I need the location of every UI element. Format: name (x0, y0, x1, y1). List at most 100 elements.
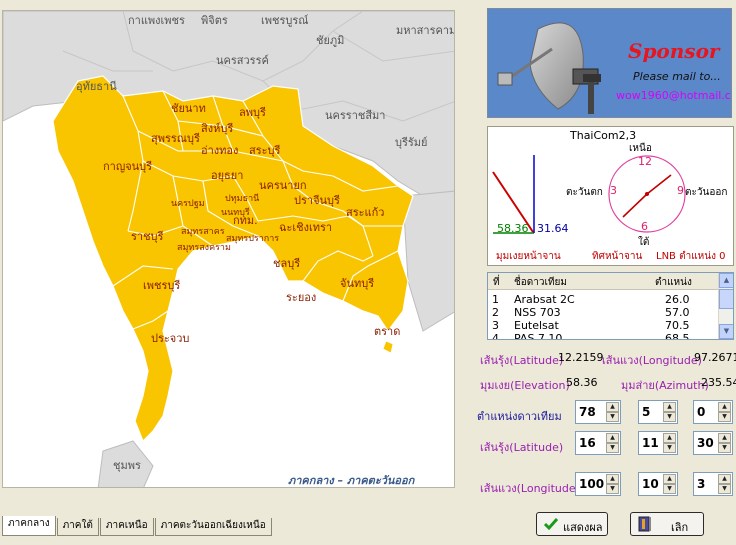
stepper-down-icon[interactable]: ▼ (606, 484, 619, 494)
longitude-label: เส้นแวง(Longitude) (602, 354, 702, 367)
stepper-up-icon[interactable]: ▲ (663, 402, 676, 412)
latitude-value: 12.2159 (558, 351, 604, 364)
stepper-up-icon[interactable]: ▲ (606, 402, 619, 412)
stepper-up-icon[interactable]: ▲ (606, 474, 619, 484)
scroll-thumb[interactable] (719, 289, 733, 309)
province-label[interactable]: กาแพงเพชร (128, 11, 185, 29)
show-result-button[interactable]: แสดงผล (536, 512, 608, 536)
stepper-down-icon[interactable]: ▼ (663, 443, 676, 453)
dial-12: 12 (638, 155, 652, 168)
province-label[interactable]: มหาสารคาม (396, 21, 454, 39)
sat-minute-stepper[interactable]: 5 ▲ ▼ (638, 400, 678, 424)
stepper-up-icon[interactable]: ▲ (663, 474, 676, 484)
sat-second-stepper[interactable]: 0 ▲ ▼ (693, 400, 733, 424)
province-label[interactable]: นครราชสีมา (325, 106, 385, 124)
province-label[interactable]: ชัยนาท (171, 99, 206, 117)
province-label[interactable]: ฉะเชิงเทรา (279, 218, 332, 236)
province-label[interactable]: ปราจีนบุรี (294, 191, 340, 209)
quit-label: เลิก (671, 521, 689, 534)
col-no: ที่ (493, 277, 500, 288)
province-label[interactable]: เพชรบุรี (143, 276, 180, 294)
stepper-down-icon[interactable]: ▼ (606, 412, 619, 422)
satellite-row[interactable]: 2 NSS 703 57.0 (488, 306, 719, 319)
province-label[interactable]: จันทบุรี (340, 274, 374, 292)
province-label[interactable]: นครปฐม (171, 196, 205, 210)
lat-degree-stepper[interactable]: 16 ▲ ▼ (575, 431, 621, 455)
quit-button[interactable]: เลิก (630, 512, 704, 536)
stepper-up-icon[interactable]: ▲ (663, 433, 676, 443)
satellite-row[interactable]: 3 Eutelsat 70.5 (488, 319, 719, 332)
dial-north-label: เหนือ (629, 143, 652, 154)
stepper-down-icon[interactable]: ▼ (663, 412, 676, 422)
stepper-up-icon[interactable]: ▲ (718, 433, 731, 443)
province-label[interactable]: ตราด (374, 322, 400, 340)
tab-north[interactable]: ภาคเหนือ (99, 518, 154, 536)
province-label[interactable]: สระแก้ว (346, 203, 384, 221)
tab-south[interactable]: ภาคใต้ (56, 518, 99, 536)
lat-second-stepper[interactable]: 30 ▲ ▼ (693, 431, 733, 455)
province-label[interactable]: ราชบุรี (131, 227, 163, 245)
province-label[interactable]: สิงห์บุรี (201, 119, 233, 137)
lat-input-label: เส้นรุ้ง(Latitude) (480, 441, 564, 454)
dial-elevation-caption: มุมเงยหน้าจาน (496, 251, 561, 262)
province-label[interactable]: ปทุมธานี (225, 191, 259, 205)
province-label[interactable]: บุรีรัมย์ (395, 133, 428, 151)
province-label[interactable]: กาญจนบุรี (103, 157, 152, 175)
region-tabs: ภาคกลาง ภาคใต้ ภาคเหนือ ภาคตะวันออกเฉียง… (2, 516, 273, 536)
exit-door-icon (638, 516, 651, 532)
province-label[interactable]: สุพรรณบุรี (151, 129, 200, 147)
province-label[interactable]: ระยอง (286, 288, 316, 306)
satellite-list[interactable]: ที่ ชื่อดาวเทียม ตำแหน่ง 1 Arabsat 2C 26… (487, 272, 734, 340)
checkmark-icon (543, 518, 559, 531)
dial-6: 6 (641, 220, 648, 233)
province-label[interactable]: สระบุรี (249, 141, 280, 159)
stepper-up-icon[interactable]: ▲ (718, 474, 731, 484)
province-label[interactable]: ลพบุรี (239, 103, 266, 121)
sat-degree-stepper[interactable]: 78 ▲ ▼ (575, 400, 621, 424)
province-label[interactable]: กทม. (233, 211, 258, 229)
scroll-down-icon[interactable]: ▼ (719, 324, 733, 339)
col-position: ตำแหน่ง (655, 277, 692, 288)
stepper-down-icon[interactable]: ▼ (718, 412, 731, 422)
azimuth-label: มุมส่าย(Azimuth) (621, 379, 709, 392)
map-panel[interactable]: กาแพงเพชร พิจิตร เพชรบูรณ์มหาสารคามชัยภูมิ… (2, 10, 455, 488)
tab-central[interactable]: ภาคกลาง (2, 516, 56, 536)
lon-minute-stepper[interactable]: 10 ▲ ▼ (638, 472, 678, 496)
satellite-row[interactable]: 1 Arabsat 2C 26.0 (488, 293, 719, 306)
scroll-up-icon[interactable]: ▲ (719, 273, 733, 288)
show-result-label: แสดงผล (563, 521, 603, 534)
stepper-down-icon[interactable]: ▼ (663, 484, 676, 494)
lon-second-stepper[interactable]: 3 ▲ ▼ (693, 472, 733, 496)
province-label[interactable]: สมุทรสาคร (181, 224, 225, 238)
province-label[interactable]: ประจวบ (151, 329, 189, 347)
province-label[interactable]: เพชรบูรณ์ (261, 11, 308, 29)
satellite-row[interactable]: 4 PAS 7,10 68.5 (488, 332, 719, 339)
stepper-up-icon[interactable]: ▲ (718, 402, 731, 412)
latitude-label: เส้นรุ้ง(Latitude) (480, 354, 564, 367)
lon-degree-stepper[interactable]: 100 ▲ ▼ (575, 472, 621, 496)
stepper-down-icon[interactable]: ▼ (718, 443, 731, 453)
province-label[interactable]: สมุทรสงคราม (177, 240, 231, 254)
province-label[interactable]: นครสวรรค์ (216, 51, 269, 69)
province-label[interactable]: ชุมพร (113, 456, 141, 474)
sponsor-email[interactable]: wow1960@hotmail.com (616, 89, 731, 102)
neighbor-land-east (402, 190, 454, 332)
satellite-list-header: ที่ ชื่อดาวเทียม ตำแหน่ง (488, 273, 719, 290)
stepper-up-icon[interactable]: ▲ (606, 433, 619, 443)
sponsor-subtitle: Please mail to... (633, 70, 721, 83)
direction-needle (646, 174, 672, 195)
dial-direction-caption: ทิศหน้าจาน (592, 251, 643, 262)
province-label[interactable]: สมุทรปราการ (226, 231, 279, 245)
province-label[interactable]: อยุธยา (211, 166, 243, 184)
province-label[interactable]: อ่างทอง (201, 141, 238, 159)
province-label[interactable]: ชัยภูมิ (316, 31, 344, 49)
stepper-down-icon[interactable]: ▼ (606, 443, 619, 453)
province-label[interactable]: พิจิตร (201, 11, 228, 29)
dial-west-label: ตะวันตก (566, 187, 603, 198)
province-label[interactable]: ชลบุรี (273, 254, 300, 272)
lat-minute-stepper[interactable]: 11 ▲ ▼ (638, 431, 678, 455)
tab-northeast[interactable]: ภาคตะวันออกเฉียงเหนือ (154, 518, 272, 536)
stepper-down-icon[interactable]: ▼ (718, 484, 731, 494)
list-scrollbar[interactable]: ▲ ▼ (718, 273, 733, 339)
province-label[interactable]: อุทัยธานี (76, 77, 117, 95)
